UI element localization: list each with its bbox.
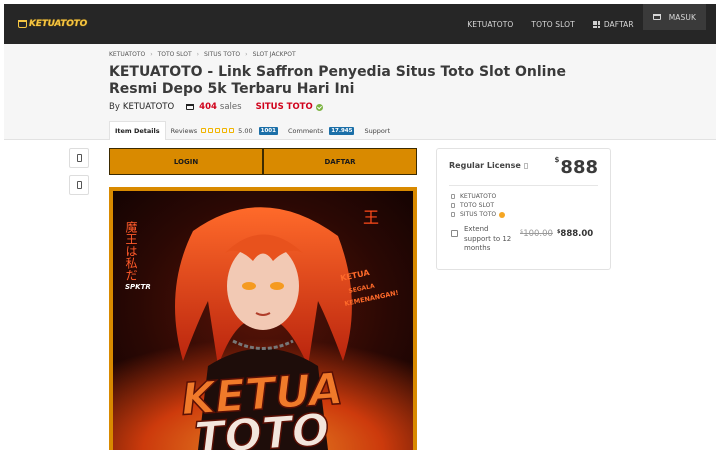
feature-label: SITUS TOTO [460,211,497,218]
grid-icon [592,20,600,28]
page-frame: KETUATOTO KETUATOTO TOTO SLOT DAFTAR MAS… [4,4,716,450]
license-panel: Regular License $888 KETUATOTO TOTO SLOT… [436,148,611,270]
promo-banner: 魔王は私だ SPKTR 王 KETUA SEGALA KEMENANGAN! K… [109,187,417,450]
nav-masuk-label: MASUK [668,12,696,22]
check-circle-icon [315,103,323,111]
breadcrumb-item[interactable]: TOTO SLOT [158,51,192,58]
cart-icon [186,104,195,110]
feature-item: KETUATOTO [451,192,505,201]
star-icon [215,128,221,133]
star-icon [208,128,214,133]
heart-icon [76,154,82,162]
extend-support-text: Extend support to 12 months [464,225,512,252]
breadcrumb-item[interactable]: SITUS TOTO [204,51,240,58]
divider [449,185,598,186]
currency-symbol: $ [554,156,560,164]
breadcrumb-separator-icon: › [245,51,248,58]
site-logo[interactable]: KETUATOTO [18,17,87,31]
folder-icon [76,181,82,189]
sales-count: 404 [199,102,217,112]
tab-comments-label: Comments [287,126,324,135]
new-price: $888.00 [557,229,593,239]
nav-daftar[interactable]: DAFTAR [584,4,643,44]
star-icon [201,128,207,133]
star-icon [229,128,235,133]
favorite-button[interactable] [69,148,89,168]
extend-support-option: Extend support to 12 months $100.00 $888… [451,225,593,254]
extend-support-checkbox[interactable] [451,230,458,237]
login-button[interactable]: LOGIN [109,148,263,175]
breadcrumb-item[interactable]: KETUATOTO [109,51,145,58]
license-features: KETUATOTO TOTO SLOT SITUS TOTO [451,192,506,219]
new-price-value: 888.00 [560,229,594,239]
byline: By KETUATOTO 404 sales SITUS TOTO [109,102,323,112]
license-price: $888 [555,156,598,178]
item-header: KETUATOTO › TOTO SLOT › SITUS TOTO › SLOT J… [4,44,716,140]
old-price: $100.00 [520,229,553,239]
rating-stars [201,128,235,133]
tab-reviews[interactable]: Reviews 5.00 1001 [166,121,283,140]
sales-label: sales [219,102,242,112]
feature-item: SITUS TOTO [451,210,506,219]
banner-artwork: 魔王は私だ SPKTR 王 KETUA SEGALA KEMENANGAN! K… [113,191,413,450]
cart-icon [652,14,661,20]
breadcrumb-separator-icon: › [150,51,153,58]
nav-masuk[interactable]: MASUK [642,4,706,30]
daftar-button[interactable]: DAFTAR [263,148,417,175]
banner-vertical-text: 魔王は私だ [124,220,138,281]
main-nav: KETUATOTO TOTO SLOT DAFTAR MASUK [458,4,716,44]
nav-daftar-label: DAFTAR [603,19,634,29]
breadcrumb: KETUATOTO › TOTO SLOT › SITUS TOTO › SLOT J… [109,51,296,58]
feature-item: TOTO SLOT [451,201,505,210]
star-icon [222,128,228,133]
info-icon[interactable] [523,162,528,169]
banner-tag: SPKTR [125,283,151,291]
tab-comments[interactable]: Comments 17.945 [283,121,359,140]
comments-count-badge: 17.945 [329,126,355,135]
price-value: 888 [560,157,598,178]
check-icon [451,194,455,199]
author-link[interactable]: KETUATOTO [123,102,174,112]
banner-illustration: 魔王は私だ SPKTR 王 KETUA SEGALA KEMENANGAN! K… [113,191,413,450]
by-label: By [109,102,120,112]
banner-stamp: 王 [363,208,379,227]
check-icon [451,203,455,208]
rating-value: 5.00 [238,126,253,135]
nav-toto-slot[interactable]: TOTO SLOT [522,4,583,44]
feature-label: TOTO SLOT [460,202,495,209]
check-icon [451,212,455,217]
feature-label: KETUATOTO [460,193,497,200]
tab-reviews-label: Reviews [170,126,198,135]
top-navbar: KETUATOTO KETUATOTO TOTO SLOT DAFTAR MAS… [4,4,716,44]
license-title-text: Regular License [449,161,521,170]
reviews-count-badge: 1001 [258,126,278,135]
tab-item-details[interactable]: Item Details [109,121,166,140]
nav-ketuatoto[interactable]: KETUATOTO [458,4,522,44]
logo-text: KETUATOTO [29,19,88,29]
cart-logo-icon [18,20,27,28]
item-tabs: Item Details Reviews 5.00 1001 Comments … [109,121,395,140]
breadcrumb-separator-icon: › [196,51,200,58]
tab-support[interactable]: Support [359,121,395,140]
page-title: KETUATOTO - Link Saffron Penyedia Situs … [109,64,566,97]
situs-toto-label: SITUS TOTO [255,102,313,112]
info-circle-icon [499,211,506,218]
collection-button[interactable] [69,175,89,195]
breadcrumb-item[interactable]: SLOT JACKPOT [253,51,296,58]
old-price-value: 100.00 [523,229,553,239]
license-title: Regular License [449,161,528,170]
